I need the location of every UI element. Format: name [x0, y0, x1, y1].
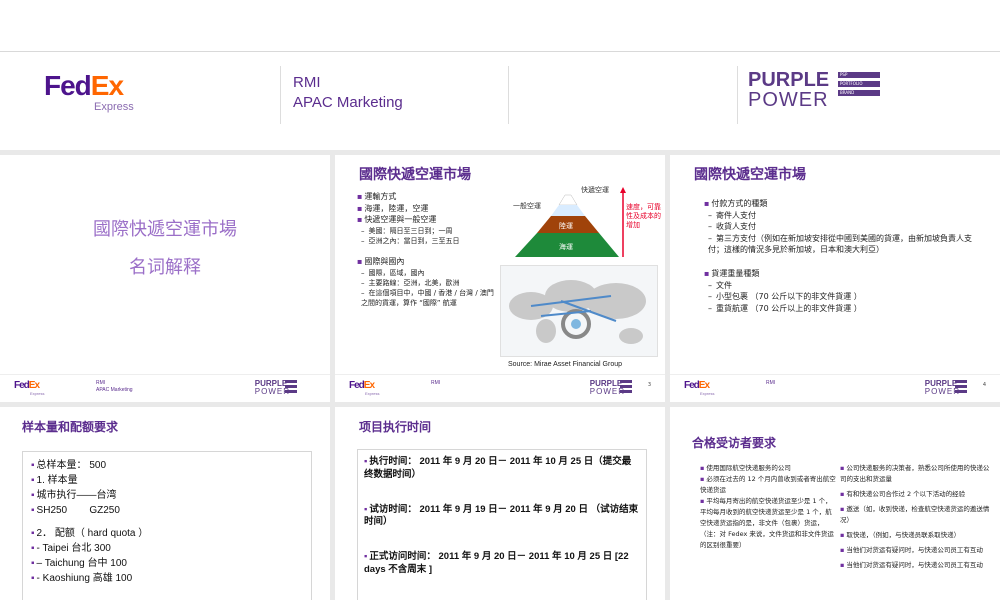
top-bar — [0, 0, 1000, 52]
footer-rmi: RMI APAC Marketing — [96, 380, 133, 393]
express-label: Express — [30, 391, 45, 396]
purple-power-logo: PURPLE POWER — [590, 380, 632, 396]
footer-rmi: RMI — [431, 380, 441, 386]
slide-title: 國際快遞空運市場 — [694, 166, 806, 182]
bullet-item: 快遞空運與一般空運 — [357, 214, 517, 226]
schedule-item: 正式访问时间： 2011 年 9 月 20 日－ 2011 年 10 月 25 … — [364, 551, 640, 577]
slide-thumbnail-5[interactable]: 项目执行时间 执行时间： 2011 年 9 月 20 日－ 2011 年 10 … — [335, 407, 665, 600]
text-line: 总样本量： 500 — [31, 458, 303, 473]
slide-footer: FedEx Express RMI PURPLE POWER 3 — [335, 374, 665, 402]
sub-item: 主要路線：亞洲，北美，歐洲 — [357, 278, 517, 288]
page-number: 4 — [982, 382, 986, 388]
sub-item: 亞洲之內：當日到，三至五日 — [357, 236, 517, 246]
requirement-item: 有和快递公司合作过 2 个以下活动的经验 — [840, 489, 990, 500]
text-line: – Taichung 台中 100 — [31, 556, 303, 571]
text-line: 1. 样本量 — [31, 473, 303, 488]
bullet-item: 海運，陸運，空運 — [357, 203, 517, 215]
sub-item: 在這個項目中，中國 / 香港 / 台灣 / 澳門之間的貨運，算作 “國際” 航運 — [357, 288, 497, 308]
requirement-item: 使用国际航空快递服务的公司 — [692, 463, 837, 474]
sub-item: 寄件人支付 — [704, 210, 984, 222]
bullet-item: 貨運重量種類 — [704, 268, 984, 280]
requirement-item: 必须在过去的 12 个月内曾收到或者寄出航空快递货运 — [692, 474, 837, 496]
slide-footer: FedEx Express RMI APAC Marketing PURPLE PO… — [0, 374, 330, 402]
requirement-item: 平均每月寄出的航空快递货运至少是 1 个，平均每月收到的航空快递货运至少是 1 … — [692, 496, 837, 551]
requirement-item: 当他们对货运有疑问时，与快递公司员工有互动 — [840, 545, 990, 556]
slide-thumbnail-6[interactable]: 合格受访者要求 使用国际航空快递服务的公司 必须在过去的 12 个月内曾收到或者… — [670, 407, 1000, 600]
pp-tags: PSP PORTFOLIO BRAND — [838, 72, 880, 96]
slide-title: 样本量和配额要求 — [22, 420, 119, 434]
slide-title: 國際快遞空運市場 — [93, 219, 237, 240]
requirement-item: 邀送（如，收到快递，检查航空快递货运的邀送情况） — [840, 504, 990, 526]
map-source: Source: Mirae Asset Financial Group — [508, 361, 622, 368]
rmi-label: RMI — [293, 74, 321, 91]
sub-item: 國際，區域，國內 — [357, 268, 517, 278]
footer-rmi: RMI — [766, 380, 776, 386]
text-line: - Taipei 台北 300 — [31, 541, 303, 556]
requirement-item: 取快递，（例如，与快递员联系取快递） — [840, 530, 990, 541]
slide-footer: FedEx Express RMI PURPLE POWER 4 — [670, 374, 1000, 402]
label-sea: 海運 — [559, 242, 573, 251]
slide-header[interactable]: FedEx Express RMI APAC Marketing PURPLE … — [0, 52, 1000, 150]
divider — [737, 66, 738, 124]
divider — [280, 66, 281, 124]
slide-thumbnail-1[interactable]: 國際快遞空運市場 名词解释 FedEx Express RMI APAC Mark… — [0, 155, 330, 402]
sub-item: 第三方支付（例如在新加坡安排從中國到美國的貨運，由新加坡負責人支付；這樣的情況多… — [704, 233, 984, 256]
divider — [508, 66, 509, 124]
text-line: 2． 配额（ hard quota ） — [31, 526, 303, 541]
express-label: Express — [700, 391, 715, 396]
content-box: 总样本量： 500 1. 样本量 城市执行——台湾 SH250 GZ250 2．… — [22, 451, 312, 600]
label-express-air: 快遞空運 — [581, 185, 609, 194]
sub-item: 收貨人支付 — [704, 221, 984, 233]
text-line: 城市执行——台湾 — [31, 488, 303, 503]
sub-item: 文件 — [704, 280, 984, 292]
label-general-air: 一般空運 — [513, 201, 541, 210]
fedex-logo: FedEx — [14, 380, 40, 391]
pyramid-general-air — [551, 205, 585, 216]
express-label: Express — [94, 101, 134, 113]
schedule-item: 试访时间： 2011 年 9 月 19 日－ 2011 年 9 月 20 日 （… — [364, 504, 640, 530]
label-land: 陸運 — [559, 221, 573, 230]
express-label: Express — [365, 391, 380, 396]
content-box: 执行时间： 2011 年 9 月 20 日－ 2011 年 10 月 25 日（… — [357, 449, 647, 600]
slide-thumbnail-2[interactable]: 國際快遞空運市場 運輸方式 海運，陸運，空運 快遞空運與一般空運 美國：隔日至三… — [335, 155, 665, 402]
text-line: SH250 GZ250 — [31, 503, 303, 518]
sub-item: 重貨航運 （70 公斤以上的非文件貨運 ） — [704, 303, 984, 315]
slide-thumbnail-3[interactable]: 國際快遞空運市場 付款方式的種類 寄件人支付 收貨人支付 第三方支付（例如在新加… — [670, 155, 1000, 402]
fedex-logo: FedEx — [684, 380, 710, 391]
slide-subtitle: 名词解释 — [129, 257, 201, 278]
bullet-item: 運輸方式 — [357, 191, 517, 203]
fedex-logo: FedEx — [44, 70, 124, 101]
route-map-image — [500, 265, 658, 357]
schedule-item: 执行时间： 2011 年 9 月 20 日－ 2011 年 10 月 25 日（… — [364, 456, 640, 482]
purple-power-logo: PURPLE POWER — [255, 380, 297, 396]
pyramid-express-air — [558, 194, 578, 206]
slide-title: 國際快遞空運市場 — [359, 166, 471, 182]
apac-label: APAC Marketing — [293, 94, 403, 111]
sub-item: 美國：隔日至三日到；一周 — [357, 226, 517, 236]
text-line: - Kaoshiung 高雄 100 — [31, 571, 303, 586]
sub-item: 小型包裹 （70 公斤以下的非文件貨運 ） — [704, 291, 984, 303]
fedex-logo: FedEx — [349, 380, 375, 391]
requirement-item: 公司快递服务的决策者，熟悉公司所使用的快递公司的支出和货运量 — [840, 463, 990, 485]
slide-title: 合格受访者要求 — [692, 436, 777, 450]
requirement-item: 当他们对货运有疑问时，与快递公司员工有互动 — [840, 560, 990, 571]
arrow-note: 速度，可靠性及成本的增加 — [626, 203, 661, 230]
purple-power-logo: PURPLE POWER — [925, 380, 967, 396]
slide-thumbnail-4[interactable]: 样本量和配额要求 总样本量： 500 1. 样本量 城市执行——台湾 SH250… — [0, 407, 330, 600]
page-number: 3 — [647, 382, 651, 388]
bullet-item: 付款方式的種類 — [704, 198, 984, 210]
slide-title: 项目执行时间 — [359, 420, 432, 434]
purple-power-logo: PURPLE POWER PSP PORTFOLIO BRAND — [748, 70, 880, 110]
bullet-item: 國際與國內 — [357, 256, 517, 268]
